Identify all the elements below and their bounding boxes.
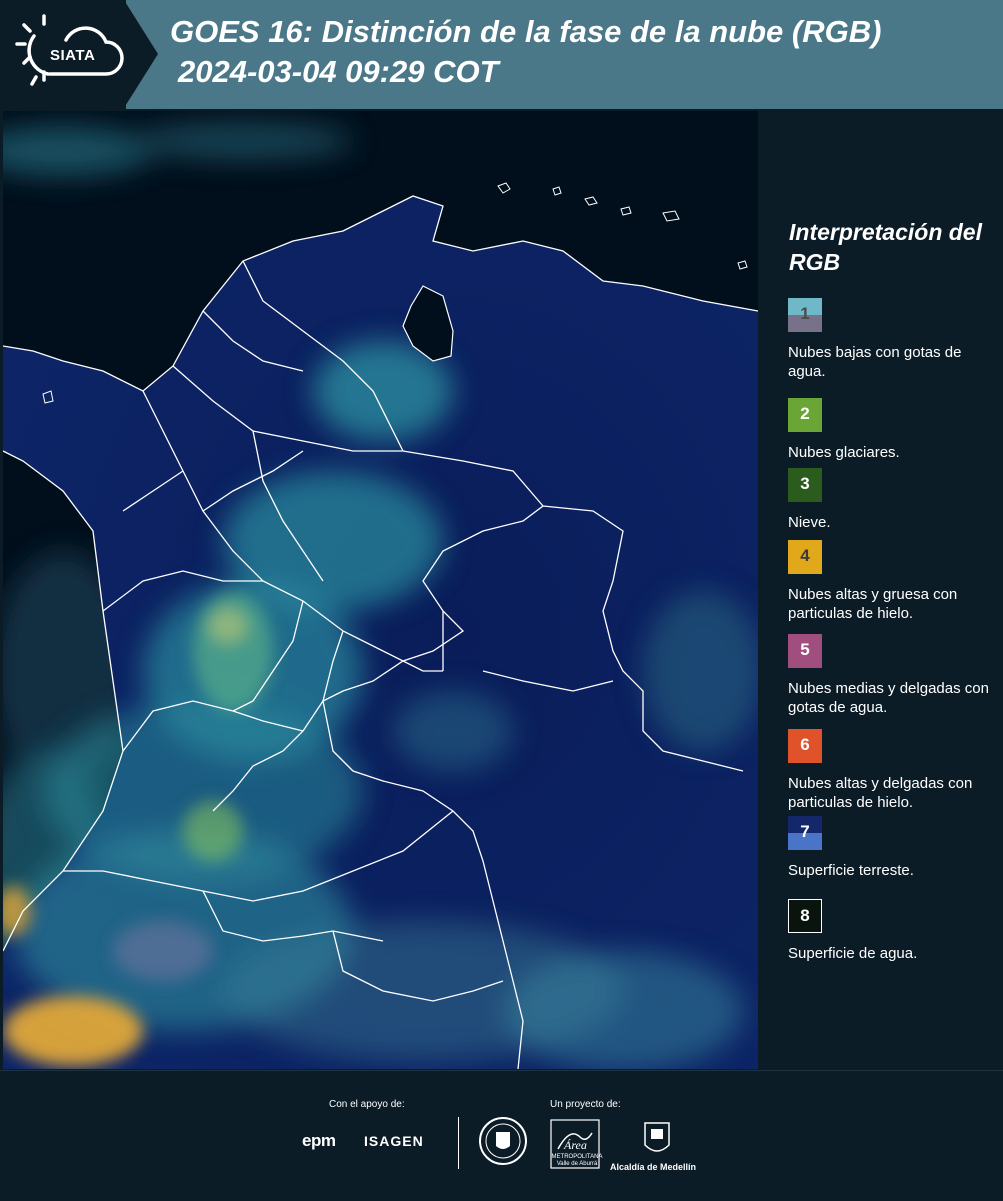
legend-label: Nubes bajas con gotas de agua. <box>788 344 962 380</box>
legend-label: Nubes medias y delgadas con gotas de agu… <box>788 680 989 716</box>
antioquia-seal-icon <box>479 1117 527 1165</box>
footer-divider <box>458 1117 459 1169</box>
legend-item: 6 Nubes altas y delgadas con particulas d… <box>788 729 998 812</box>
project-label: Un proyecto de: <box>550 1099 621 1110</box>
alcaldia-label: Alcaldía de Medellín <box>610 1162 697 1172</box>
epm-logo: epm <box>302 1131 336 1150</box>
legend-item: 7 Superficie terreste. <box>788 816 998 880</box>
area-metropolitana-text: METROPOLITANA Valle de Aburrá <box>551 1154 603 1167</box>
legend-swatch: 6 <box>788 729 822 763</box>
satellite-map <box>3 111 758 1069</box>
legend-number: 3 <box>800 474 810 493</box>
page-title: GOES 16: Distinción de la fase de la nub… <box>170 14 882 49</box>
legend-label: Superficie de agua. <box>788 945 918 962</box>
page-timestamp: 2024-03-04 09:29 COT <box>178 54 499 89</box>
legend-label: Nieve. <box>788 514 831 531</box>
amva-script: Área <box>563 1138 587 1152</box>
legend-number: 4 <box>800 546 810 565</box>
legend-swatch: 7 <box>788 816 822 850</box>
legend-number: 6 <box>800 735 810 754</box>
legend-item: 8 Superficie de agua. <box>788 899 998 963</box>
legend-swatch: 3 <box>788 468 822 502</box>
legend-number: 1 <box>800 304 810 323</box>
legend-item: 5 Nubes medias y delgadas con gotas de ag… <box>788 634 998 717</box>
legend-label: Nubes altas y delgadas con particulas de… <box>788 775 973 811</box>
legend-item: 3 Nieve. <box>788 468 998 532</box>
legend-label: Nubes altas y gruesa con particulas de h… <box>788 586 958 622</box>
legend-item: 1 Nubes bajas con gotas de agua. <box>788 298 998 381</box>
header-bar: SIATA GOES 16: Distinción de la fase de … <box>0 0 1003 109</box>
legend-item: 2 Nubes glaciares. <box>788 398 998 462</box>
logo-text: SIATA <box>50 47 96 64</box>
medellin-shield-icon <box>644 1122 670 1152</box>
legend-label: Superficie terreste. <box>788 862 914 879</box>
legend-number: 5 <box>800 640 810 659</box>
legend-swatch: 1 <box>788 298 822 332</box>
legend-swatch: 5 <box>788 634 822 668</box>
legend-label: Nubes glaciares. <box>788 444 900 461</box>
legend-swatch: 4 <box>788 540 822 574</box>
legend-title: Interpretación del RGB <box>789 219 982 275</box>
legend-swatch: 2 <box>788 398 822 432</box>
map-canvas <box>3 111 758 1069</box>
support-label: Con el apoyo de: <box>329 1099 405 1110</box>
legend-number: 7 <box>800 822 810 841</box>
legend-item: 4 Nubes altas y gruesa con particulas de … <box>788 540 998 623</box>
legend-swatch: 8 <box>788 899 822 933</box>
isagen-logo: ISAGEN <box>364 1133 424 1149</box>
logo-arrow <box>124 0 158 108</box>
footer: Con el apoyo de: Un proyecto de: epm ISA… <box>0 1070 1003 1201</box>
legend-number: 8 <box>800 906 810 925</box>
legend-panel: Interpretación del RGB 1 Nubes bajas con … <box>760 111 1003 1069</box>
legend-number: 2 <box>800 404 810 423</box>
